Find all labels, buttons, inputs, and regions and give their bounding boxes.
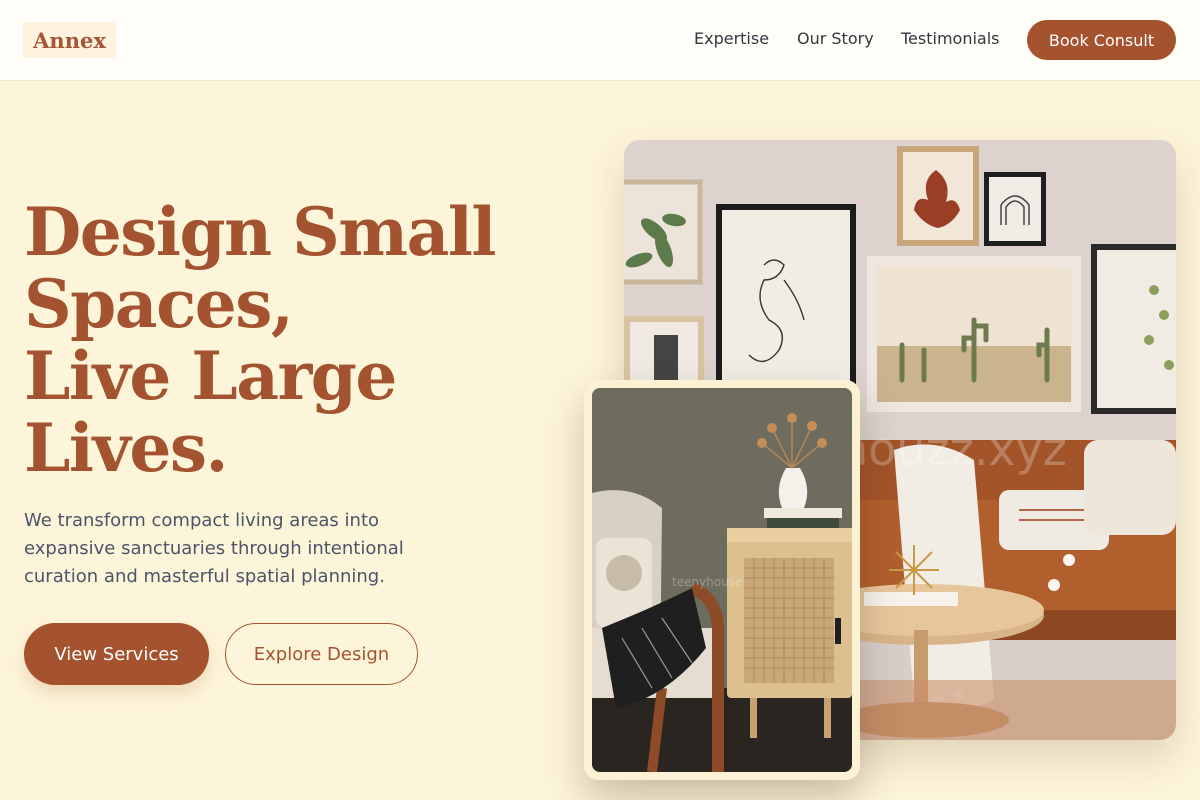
nav-link-expertise[interactable]: Expertise xyxy=(694,29,769,48)
hero-title-line: Design Small xyxy=(24,193,496,271)
view-services-button[interactable]: View Services xyxy=(24,623,209,685)
nav-link-our-story[interactable]: Our Story xyxy=(797,29,874,48)
explore-design-button[interactable]: Explore Design xyxy=(225,623,418,685)
book-consult-button[interactable]: Book Consult xyxy=(1027,20,1176,60)
brand-logo[interactable]: Annex xyxy=(23,22,116,58)
hero-lead: We transform compact living areas into e… xyxy=(24,510,404,587)
hero-title-line: Live Large xyxy=(24,337,397,415)
main-image-watermark: houzz.xyz xyxy=(839,422,1067,476)
nightstand-image-card: teenyhouse xyxy=(584,380,860,780)
side-image-watermark: teenyhouse xyxy=(672,575,742,589)
hero-title: Design Small Spaces, Live Large Lives. xyxy=(24,196,584,484)
nav-link-testimonials[interactable]: Testimonials xyxy=(901,29,1000,48)
site-header: Annex Expertise Our Story Testimonials B… xyxy=(0,0,1200,81)
hero-title-line: Lives. xyxy=(24,409,228,487)
nightstand-image: teenyhouse xyxy=(592,388,852,772)
hero-title-line: Spaces, xyxy=(24,265,294,343)
